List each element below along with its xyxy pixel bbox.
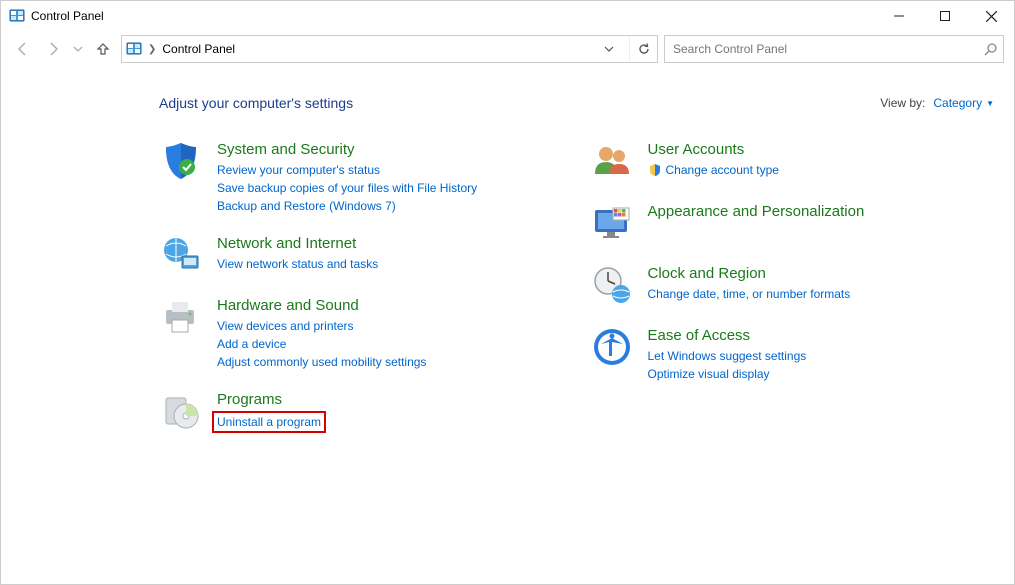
category-ease-of-access: Ease of Access Let Windows suggest setti… bbox=[590, 325, 995, 383]
address-bar[interactable]: ❯ Control Panel bbox=[121, 35, 658, 63]
link-mobility-settings[interactable]: Adjust commonly used mobility settings bbox=[217, 353, 426, 371]
category-heading[interactable]: Clock and Region bbox=[648, 265, 851, 282]
link-uninstall-program[interactable]: Uninstall a program bbox=[212, 411, 326, 433]
chevron-down-icon: ▼ bbox=[986, 99, 994, 108]
link-windows-suggest[interactable]: Let Windows suggest settings bbox=[648, 347, 807, 365]
search-box[interactable] bbox=[664, 35, 1004, 63]
category-clock-region: Clock and Region Change date, time, or n… bbox=[590, 263, 995, 307]
clock-globe-icon bbox=[590, 263, 634, 307]
link-backup-restore[interactable]: Backup and Restore (Windows 7) bbox=[217, 197, 396, 215]
back-button[interactable] bbox=[11, 37, 35, 61]
minimize-button[interactable] bbox=[876, 1, 922, 31]
address-location[interactable]: Control Panel bbox=[162, 42, 589, 56]
breadcrumb-chevron-icon[interactable]: ❯ bbox=[148, 44, 156, 55]
category-programs: Programs Uninstall a program bbox=[159, 389, 564, 433]
view-by-value: Category bbox=[933, 96, 982, 110]
refresh-button[interactable] bbox=[629, 36, 657, 62]
link-devices-printers[interactable]: View devices and printers bbox=[217, 317, 354, 335]
view-by-selector[interactable]: Category ▼ bbox=[933, 96, 994, 110]
content-header: Adjust your computer's settings View by:… bbox=[159, 95, 994, 111]
page-title: Adjust your computer's settings bbox=[159, 95, 353, 111]
search-icon[interactable] bbox=[984, 43, 997, 56]
view-by-control: View by: Category ▼ bbox=[880, 96, 994, 110]
forward-button[interactable] bbox=[41, 37, 65, 61]
up-button[interactable] bbox=[91, 37, 115, 61]
category-heading[interactable]: Ease of Access bbox=[648, 327, 807, 344]
close-button[interactable] bbox=[968, 1, 1014, 31]
category-user-accounts: User Accounts Change account type bbox=[590, 139, 995, 183]
link-network-status[interactable]: View network status and tasks bbox=[217, 255, 378, 273]
category-heading[interactable]: Hardware and Sound bbox=[217, 297, 426, 314]
maximize-button[interactable] bbox=[922, 1, 968, 31]
title-bar: Control Panel bbox=[1, 1, 1014, 31]
category-network-internet: Network and Internet View network status… bbox=[159, 233, 564, 277]
disc-box-icon bbox=[159, 389, 203, 433]
category-heading[interactable]: Network and Internet bbox=[217, 235, 378, 252]
link-file-history[interactable]: Save backup copies of your files with Fi… bbox=[217, 179, 477, 197]
shield-icon bbox=[159, 139, 203, 183]
printer-icon bbox=[159, 295, 203, 339]
content-area: Adjust your computer's settings View by:… bbox=[1, 67, 1014, 471]
category-appearance: Appearance and Personalization bbox=[590, 201, 995, 245]
window-buttons bbox=[876, 1, 1014, 31]
control-panel-icon bbox=[9, 8, 25, 24]
category-heading[interactable]: Programs bbox=[217, 391, 326, 408]
window-title: Control Panel bbox=[31, 9, 104, 23]
ease-of-access-icon bbox=[590, 325, 634, 369]
globe-network-icon bbox=[159, 233, 203, 277]
link-optimize-display[interactable]: Optimize visual display bbox=[648, 365, 770, 383]
uac-shield-icon bbox=[648, 163, 662, 177]
recent-locations-button[interactable] bbox=[71, 37, 85, 61]
navigation-bar: ❯ Control Panel bbox=[1, 31, 1014, 67]
left-column: System and Security Review your computer… bbox=[159, 139, 564, 451]
view-by-label: View by: bbox=[880, 96, 925, 110]
users-icon bbox=[590, 139, 634, 183]
address-dropdown-button[interactable] bbox=[595, 36, 623, 62]
control-panel-icon bbox=[126, 41, 142, 57]
right-column: User Accounts Change account type bbox=[590, 139, 995, 451]
category-heading[interactable]: Appearance and Personalization bbox=[648, 203, 865, 220]
category-hardware-sound: Hardware and Sound View devices and prin… bbox=[159, 295, 564, 371]
link-review-status[interactable]: Review your computer's status bbox=[217, 161, 380, 179]
link-change-date-time[interactable]: Change date, time, or number formats bbox=[648, 285, 851, 303]
category-grid: System and Security Review your computer… bbox=[159, 139, 994, 451]
category-heading[interactable]: User Accounts bbox=[648, 141, 779, 158]
category-system-security: System and Security Review your computer… bbox=[159, 139, 564, 215]
category-heading[interactable]: System and Security bbox=[217, 141, 477, 158]
link-add-device[interactable]: Add a device bbox=[217, 335, 286, 353]
link-change-account-type[interactable]: Change account type bbox=[666, 161, 779, 179]
monitor-colors-icon bbox=[590, 201, 634, 245]
search-input[interactable] bbox=[671, 41, 984, 57]
